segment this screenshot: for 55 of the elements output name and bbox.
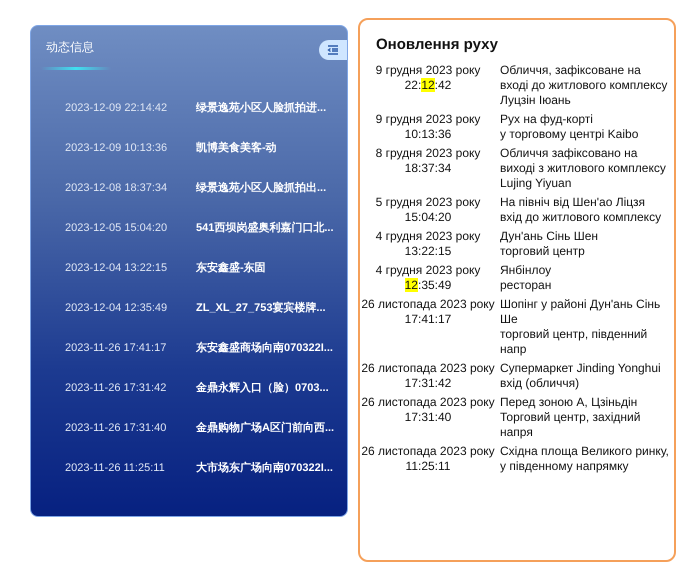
event-text: 东安鑫盛-东固 — [196, 260, 266, 276]
collapse-button[interactable] — [319, 40, 347, 60]
event-date: 9 грудня 2023 року — [374, 62, 482, 78]
event-date: 8 грудня 2023 року — [374, 146, 482, 160]
event-description: Дун'ань Сінь Шен торговий центр — [499, 228, 598, 258]
event-text: 绿景逸苑小区人脸抓拍进... — [196, 100, 326, 116]
event-date: 26 листопада 2023 року — [360, 394, 496, 410]
list-collapse-icon — [327, 45, 339, 55]
panel-title: Оновлення руху — [375, 35, 499, 55]
event-description: Обличчя зафіксовано на виході з житлового комплексу Lujing Yiyuan — [499, 146, 667, 190]
event-time: 11:25:11 — [406, 458, 450, 474]
event-description: Східна площа Великого ринку, у південному напрямку — [499, 444, 670, 474]
event-description: Рух на фуд-корті у торговому центрі Kaibo — [499, 112, 638, 142]
title-underline — [41, 67, 111, 70]
event-time: 2023-11-26 17:31:40 — [65, 420, 168, 436]
event-time: 2023-11-26 11:25:11 — [65, 460, 166, 476]
event-text: 绿景逸苑小区人脸抓拍出... — [196, 180, 326, 196]
event-time: 12:35:49 — [404, 278, 452, 292]
event-text: 东安鑫盛商场向南070322I... — [196, 340, 333, 356]
event-time: 17:41:17 — [404, 312, 452, 326]
event-text: ZL_XL_27_753宴宾楼牌... — [196, 300, 326, 316]
event-date: 9 грудня 2023 року — [374, 112, 482, 126]
event-description: Супермаркет Jinding Yonghui вхід (обличчя) — [499, 360, 661, 390]
event-date: 5 грудня 2023 року — [374, 194, 482, 210]
event-text: 541西坝岗盛奥利嘉门口北... — [196, 220, 334, 236]
event-description: Янбінлоу ресторан — [499, 262, 552, 292]
event-time: 2023-12-04 12:35:49 — [65, 300, 168, 316]
event-time: 2023-12-09 22:14:42 — [65, 100, 168, 116]
event-description: На північ від Шен'ао Ліцзя вхід до житлового комплексу — [499, 194, 662, 224]
event-time: 2023-11-26 17:31:42 — [65, 380, 168, 396]
event-time: 2023-12-09 10:13:36 — [65, 140, 168, 156]
event-time: 15:04:20 — [404, 210, 452, 224]
event-time: 18:37:34 — [404, 160, 452, 176]
panel-title: 动态信息 — [46, 39, 94, 56]
event-text: 金鼎永辉入口（脸）0703... — [196, 380, 329, 396]
event-time: 22:12:42 — [404, 78, 452, 92]
event-description: Перед зоною А, Цзіньдін Торговий центр, західний напря — [499, 394, 642, 440]
event-date: 26 листопада 2023 року — [360, 444, 496, 458]
event-time: 2023-12-05 15:04:20 — [65, 220, 168, 236]
event-date: 26 листопада 2023 року — [360, 360, 496, 376]
event-time: 2023-12-08 18:37:34 — [65, 180, 168, 196]
event-date: 4 грудня 2023 року — [374, 228, 482, 244]
event-time: 2023-11-26 17:41:17 — [65, 340, 168, 356]
event-date: 26 листопада 2023 року — [360, 296, 496, 312]
event-time: 17:31:40 — [404, 410, 452, 424]
event-date: 4 грудня 2023 року — [374, 262, 482, 278]
event-description: Обличчя, зафіксоване на вході до житлового комплексу Луцзін Іюань — [499, 62, 668, 108]
event-text: 大市场东广场向南070322I... — [196, 460, 333, 476]
event-time: 13:22:15 — [404, 244, 452, 258]
event-time: 17:31:42 — [404, 376, 452, 390]
event-time: 2023-12-04 13:22:15 — [65, 260, 168, 276]
event-text: 凯博美食美客-动 — [196, 140, 277, 156]
event-description: Шопінг у районі Дун'ань Сінь Ше торговий центр, південний напр — [499, 296, 662, 356]
event-time: 10:13:36 — [404, 126, 452, 142]
event-text: 金鼎购物广场A区门前向西... — [196, 420, 334, 436]
